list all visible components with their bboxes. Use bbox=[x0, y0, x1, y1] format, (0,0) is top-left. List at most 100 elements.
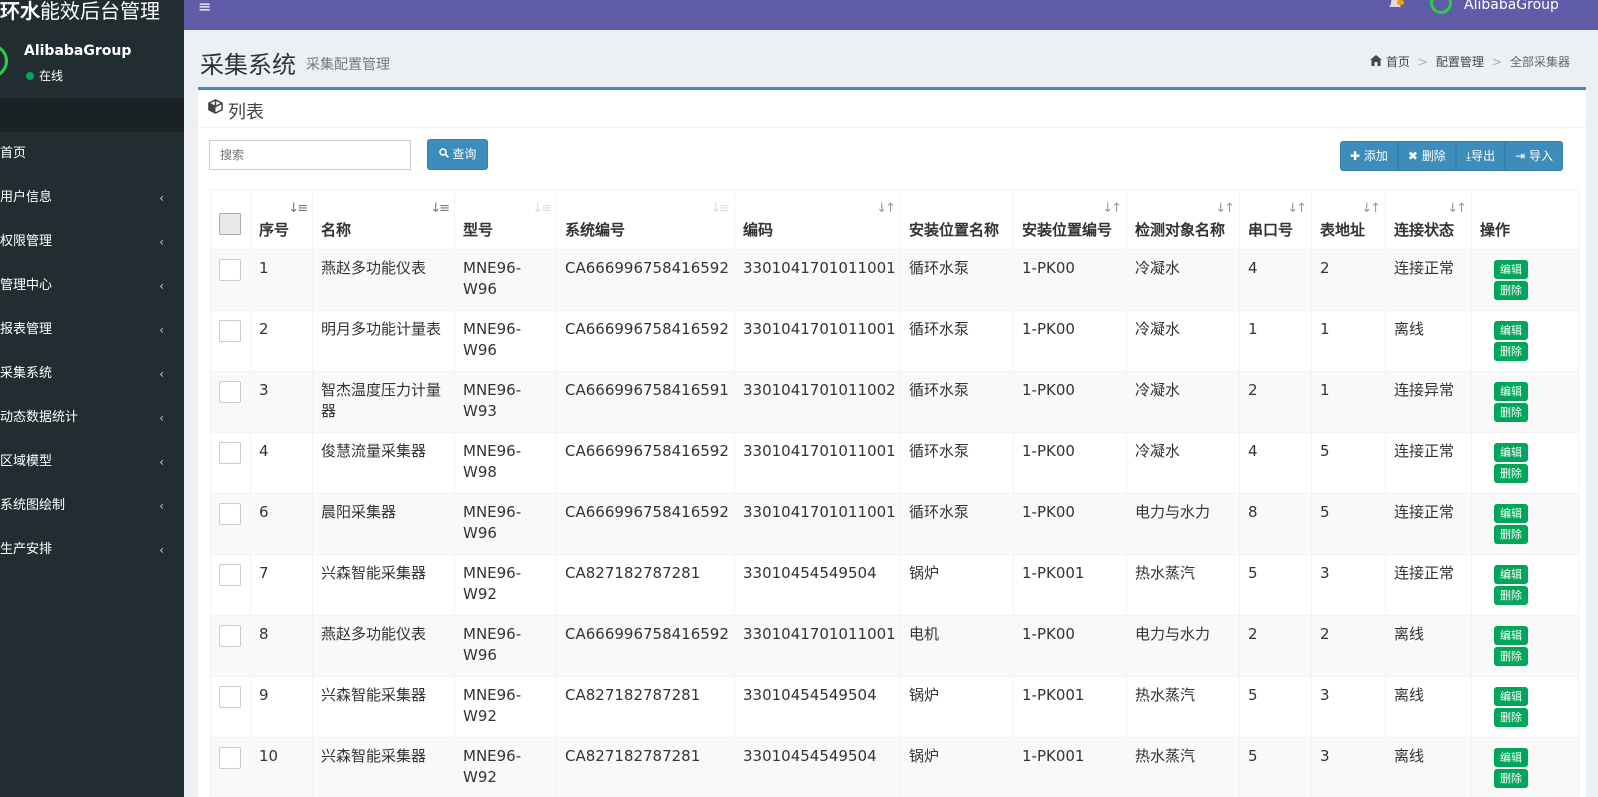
table-row[interactable]: 8 燕赵多功能仪表 MNE96-W96 CA666996758416592 33… bbox=[210, 615, 1579, 677]
row-delete-button[interactable]: 删除 bbox=[1494, 586, 1528, 605]
table-row[interactable]: 10 兴森智能采集器 MNE96-W92 CA827182787281 3301… bbox=[210, 737, 1579, 797]
row-select-cell bbox=[210, 310, 251, 372]
edit-button[interactable]: 编辑 bbox=[1494, 565, 1528, 584]
column-header-install-name[interactable]: 安装位置名称 bbox=[900, 189, 1014, 250]
select-all-header bbox=[210, 189, 251, 250]
cell-target: 热水蒸汽 bbox=[1126, 737, 1240, 797]
sidebar-item-label: 生产安排 bbox=[0, 542, 53, 557]
sidebar-toggle-icon[interactable]: ≡ bbox=[198, 0, 211, 15]
chevron-left-icon: ‹ bbox=[159, 323, 164, 337]
export-button[interactable]: ⤓导出 bbox=[1455, 141, 1506, 171]
cell-status: 离线 bbox=[1385, 737, 1472, 797]
content-header: 采集系统 采集配置管理 首页 > 配置管理 > 全部采集器 bbox=[184, 30, 1598, 88]
table-row[interactable]: 9 兴森智能采集器 MNE96-W92 CA827182787281 33010… bbox=[210, 676, 1579, 738]
navbar-user-name[interactable]: AlibabaGroup bbox=[1464, 0, 1559, 12]
select-all-checkbox[interactable] bbox=[219, 213, 241, 235]
search-input[interactable] bbox=[209, 140, 411, 170]
cell-name: 明月多功能计量表 bbox=[312, 310, 455, 372]
cell-index: 8 bbox=[250, 615, 313, 677]
table-row[interactable]: 1 燕赵多功能仪表 MNE96-W96 CA666996758416592 33… bbox=[210, 249, 1579, 311]
row-checkbox[interactable] bbox=[219, 381, 241, 403]
column-header-index[interactable]: 序号 ↓≡ bbox=[250, 189, 313, 250]
sidebar-item-user-info[interactable]: 用户信息 ‹ bbox=[0, 186, 184, 230]
row-checkbox[interactable] bbox=[219, 625, 241, 647]
edit-button[interactable]: 编辑 bbox=[1494, 321, 1528, 340]
edit-button[interactable]: 编辑 bbox=[1494, 443, 1528, 462]
row-checkbox[interactable] bbox=[219, 320, 241, 342]
row-checkbox[interactable] bbox=[219, 503, 241, 525]
cell-install-code: 1-PK001 bbox=[1013, 676, 1127, 738]
table-row[interactable]: 3 智杰温度压力计量器 MNE96-W93 CA666996758416591 … bbox=[210, 371, 1579, 433]
edit-button[interactable]: 编辑 bbox=[1494, 382, 1528, 401]
export-button-label: 导出 bbox=[1471, 149, 1496, 163]
edit-button[interactable]: 编辑 bbox=[1494, 687, 1528, 706]
column-header-status[interactable]: 连接状态 ↓↑ bbox=[1385, 189, 1472, 250]
row-delete-button[interactable]: 删除 bbox=[1494, 525, 1528, 544]
column-header-model[interactable]: 型号 ↓≡ bbox=[454, 189, 557, 250]
row-delete-button[interactable]: 删除 bbox=[1494, 647, 1528, 666]
cell-system-code: CA827182787281 bbox=[556, 676, 735, 738]
row-delete-button[interactable]: 删除 bbox=[1494, 708, 1528, 727]
row-checkbox[interactable] bbox=[219, 747, 241, 769]
sidebar-item-home[interactable]: 首页 bbox=[0, 142, 184, 186]
row-checkbox[interactable] bbox=[219, 686, 241, 708]
sidebar-item-management[interactable]: 管理中心 ‹ bbox=[0, 274, 184, 318]
cell-port: 5 bbox=[1239, 554, 1312, 616]
delete-button[interactable]: ✖ 删除 bbox=[1397, 141, 1456, 171]
sidebar-item-dynamic-stats[interactable]: 动态数据统计 ‹ bbox=[0, 406, 184, 450]
breadcrumb-home[interactable]: 首页 bbox=[1386, 55, 1410, 69]
cell-target: 冷凝水 bbox=[1126, 432, 1240, 494]
cell-target: 电力与水力 bbox=[1126, 615, 1240, 677]
sidebar-item-diagram[interactable]: 系统图绘制 ‹ bbox=[0, 494, 184, 538]
row-delete-button[interactable]: 删除 bbox=[1494, 403, 1528, 422]
cell-target: 冷凝水 bbox=[1126, 249, 1240, 311]
import-button[interactable]: ⇥ 导入 bbox=[1505, 141, 1564, 171]
cell-address: 5 bbox=[1311, 493, 1386, 555]
edit-button[interactable]: 编辑 bbox=[1494, 626, 1528, 645]
query-button[interactable]: 查询 bbox=[427, 139, 488, 170]
sidebar-item-label: 采集系统 bbox=[0, 366, 53, 381]
column-header-name[interactable]: 名称 ↓≡ bbox=[312, 189, 455, 250]
table-row[interactable]: 4 俊慧流量采集器 MNE96-W98 CA666996758416592 33… bbox=[210, 432, 1579, 494]
edit-button[interactable]: 编辑 bbox=[1494, 748, 1528, 767]
row-delete-button[interactable]: 删除 bbox=[1494, 281, 1528, 300]
row-select-cell bbox=[210, 371, 251, 433]
column-header-code[interactable]: 编码 ↓↑ bbox=[734, 189, 901, 250]
column-header-label: 检测对象名称 bbox=[1135, 221, 1226, 239]
row-delete-button[interactable]: 删除 bbox=[1494, 769, 1528, 788]
row-checkbox[interactable] bbox=[219, 259, 241, 281]
chevron-left-icon: ‹ bbox=[159, 543, 164, 557]
brand-logo[interactable]: 环水能效后台管理 bbox=[0, 0, 184, 30]
sidebar-item-collection[interactable]: 采集系统 ‹ bbox=[0, 362, 184, 406]
column-header-address[interactable]: 表地址 ↓↑ bbox=[1311, 189, 1386, 250]
breadcrumb-config[interactable]: 配置管理 bbox=[1436, 55, 1484, 69]
row-delete-button[interactable]: 删除 bbox=[1494, 342, 1528, 361]
edit-button[interactable]: 编辑 bbox=[1494, 504, 1528, 523]
column-header-install-code[interactable]: 安装位置编号 ↓↑ bbox=[1013, 189, 1127, 250]
sidebar-item-reports[interactable]: 报表管理 ‹ bbox=[0, 318, 184, 362]
column-header-port[interactable]: 串口号 ↓↑ bbox=[1239, 189, 1312, 250]
row-checkbox[interactable] bbox=[219, 564, 241, 586]
cell-install-code: 1-PK001 bbox=[1013, 554, 1127, 616]
cell-status: 连接异常 bbox=[1385, 371, 1472, 433]
sidebar-item-production[interactable]: 生产安排 ‹ bbox=[0, 538, 184, 582]
cell-model: MNE96-W96 bbox=[454, 249, 557, 311]
cell-index: 6 bbox=[250, 493, 313, 555]
cell-system-code: CA666996758416592 bbox=[556, 432, 735, 494]
notification-bell-icon[interactable] bbox=[1388, 0, 1404, 14]
row-delete-button[interactable]: 删除 bbox=[1494, 464, 1528, 483]
table-row[interactable]: 2 明月多功能计量表 MNE96-W96 CA666996758416592 3… bbox=[210, 310, 1579, 372]
table-row[interactable]: 7 兴森智能采集器 MNE96-W92 CA827182787281 33010… bbox=[210, 554, 1579, 616]
row-checkbox[interactable] bbox=[219, 442, 241, 464]
sidebar-item-region-model[interactable]: 区域模型 ‹ bbox=[0, 450, 184, 494]
sidebar-item-permissions[interactable]: 权限管理 ‹ bbox=[0, 230, 184, 274]
column-header-system-code[interactable]: 系统编号 ↓≡ bbox=[556, 189, 735, 250]
cell-install-code: 1-PK00 bbox=[1013, 249, 1127, 311]
column-header-target[interactable]: 检测对象名称 ↓↑ bbox=[1126, 189, 1240, 250]
user-avatar[interactable] bbox=[1430, 0, 1452, 14]
edit-button[interactable]: 编辑 bbox=[1494, 260, 1528, 279]
table-row[interactable]: 6 晨阳采集器 MNE96-W96 CA666996758416592 3301… bbox=[210, 493, 1579, 555]
cell-index: 2 bbox=[250, 310, 313, 372]
add-button[interactable]: ✚ 添加 bbox=[1340, 141, 1398, 171]
cell-install-code: 1-PK00 bbox=[1013, 310, 1127, 372]
